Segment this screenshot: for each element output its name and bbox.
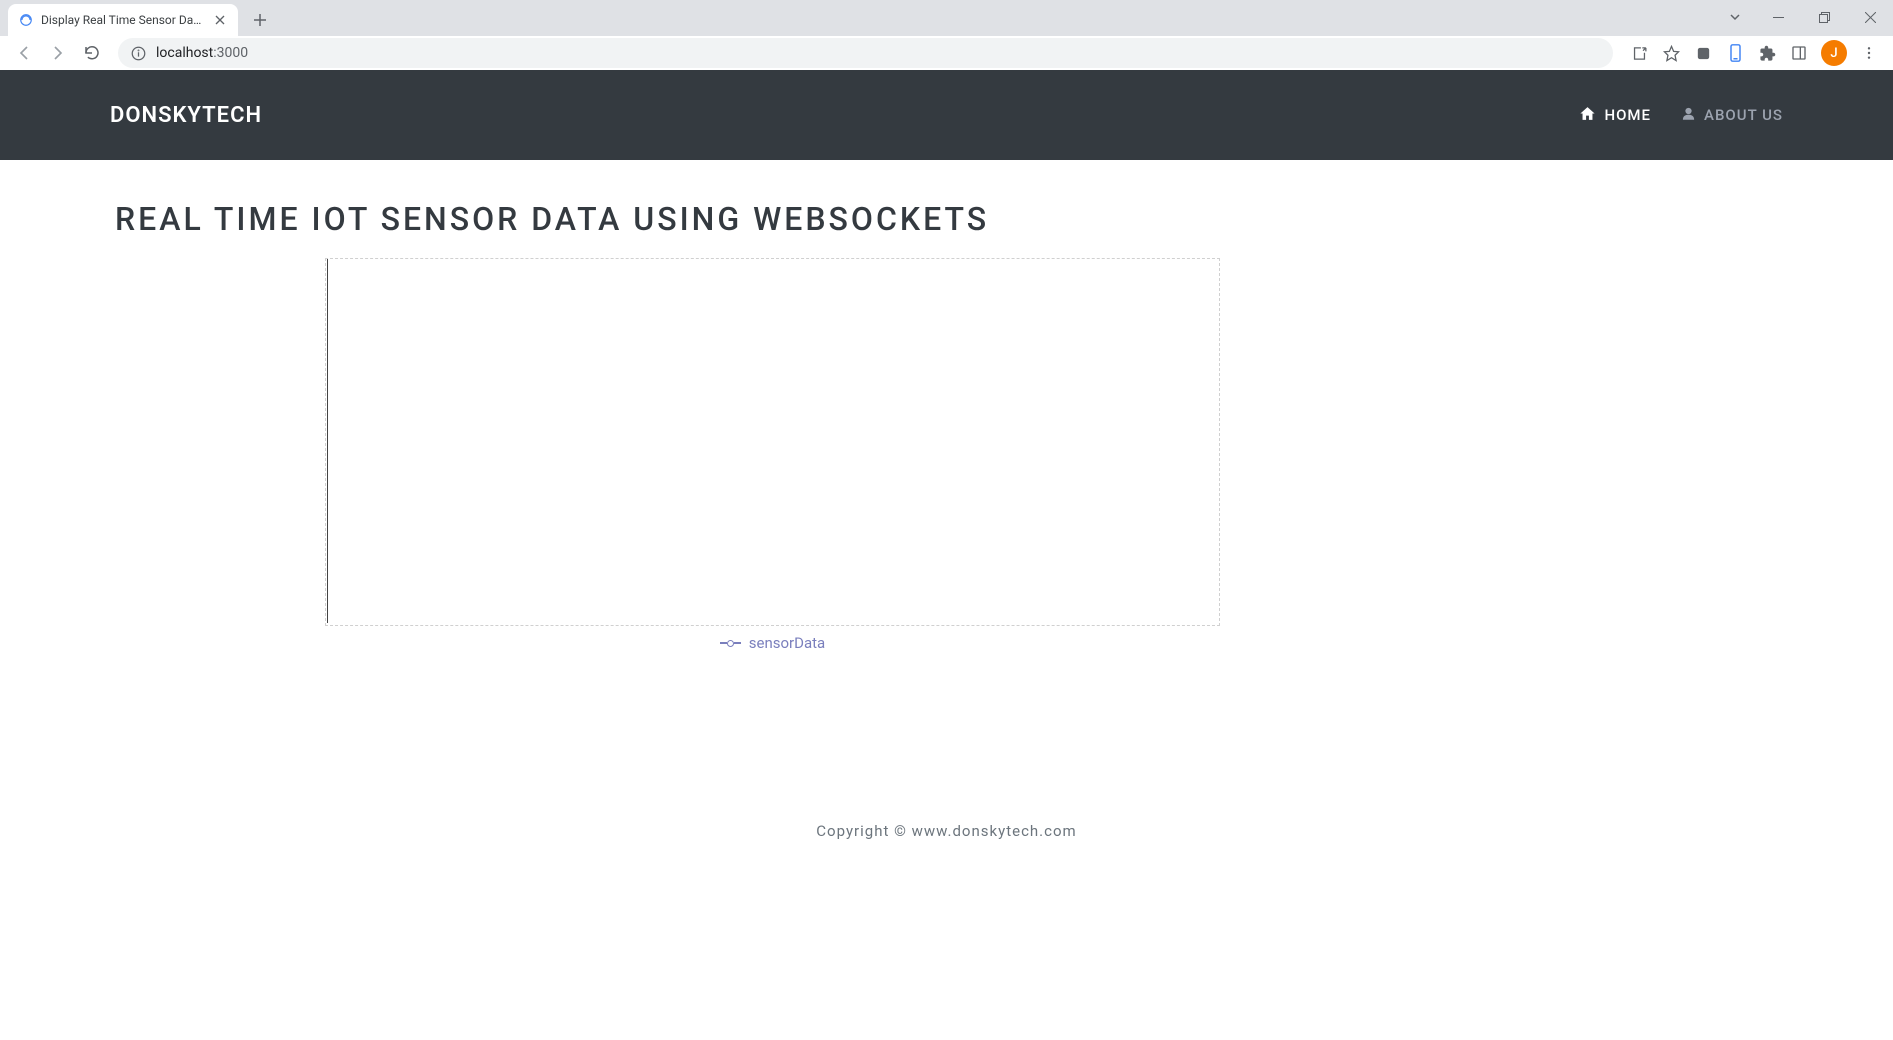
browser-tab[interactable]: Display Real Time Sensor Data th — [8, 4, 238, 36]
url-bar[interactable]: localhost:3000 — [118, 38, 1613, 68]
profile-initial: J — [1830, 46, 1837, 61]
window-controls — [1715, 0, 1893, 34]
new-tab-button[interactable] — [246, 6, 274, 34]
back-button[interactable] — [10, 39, 38, 67]
site-header: DONSKYTECH HOME ABOUT US — [0, 70, 1893, 160]
maximize-button[interactable] — [1801, 0, 1847, 34]
chart-legend: sensorData — [325, 634, 1220, 652]
reload-button[interactable] — [78, 39, 106, 67]
nav-menu: HOME ABOUT US — [1579, 105, 1783, 126]
nav-label: ABOUT US — [1704, 106, 1783, 124]
legend-marker-icon — [720, 640, 741, 647]
site-info-icon[interactable] — [130, 45, 146, 61]
extension-2-icon[interactable] — [1721, 39, 1749, 67]
chart-plot-area — [325, 258, 1220, 626]
close-window-button[interactable] — [1847, 0, 1893, 34]
bookmark-star-icon[interactable] — [1657, 39, 1685, 67]
share-icon[interactable] — [1625, 39, 1653, 67]
chart-container: sensorData — [325, 258, 1220, 652]
tab-bar: Display Real Time Sensor Data th — [0, 0, 1893, 36]
tab-search-chevron-icon[interactable] — [1715, 0, 1755, 34]
brand-logo[interactable]: DONSKYTECH — [110, 103, 262, 128]
forward-button[interactable] — [44, 39, 72, 67]
nav-label: HOME — [1604, 106, 1651, 124]
nav-item-about[interactable]: ABOUT US — [1681, 106, 1783, 125]
extension-1-icon[interactable] — [1689, 39, 1717, 67]
legend-label: sensorData — [749, 634, 825, 652]
address-bar: localhost:3000 — [0, 36, 1893, 70]
page-content: DONSKYTECH HOME ABOUT US — [0, 70, 1893, 900]
footer-copyright: Copyright © www.donskytech.com — [115, 802, 1778, 860]
chart-y-axis — [327, 259, 328, 623]
tab-title: Display Real Time Sensor Data th — [41, 13, 205, 27]
minimize-button[interactable] — [1755, 0, 1801, 34]
home-icon — [1579, 105, 1596, 126]
toolbar-icons: J — [1625, 39, 1883, 67]
side-panel-icon[interactable] — [1785, 39, 1813, 67]
extensions-puzzle-icon[interactable] — [1753, 39, 1781, 67]
user-icon — [1681, 106, 1696, 125]
browser-chrome: Display Real Time Sensor Data th — [0, 0, 1893, 70]
nav-item-home[interactable]: HOME — [1579, 105, 1651, 126]
tab-close-icon[interactable] — [212, 12, 228, 28]
tab-favicon-icon — [18, 12, 34, 28]
url-text: localhost:3000 — [156, 45, 248, 61]
more-menu-icon[interactable] — [1855, 39, 1883, 67]
main-content: REAL TIME IOT SENSOR DATA USING WEBSOCKE… — [0, 160, 1893, 900]
profile-avatar[interactable]: J — [1821, 40, 1847, 66]
page-title: REAL TIME IOT SENSOR DATA USING WEBSOCKE… — [115, 200, 1778, 238]
